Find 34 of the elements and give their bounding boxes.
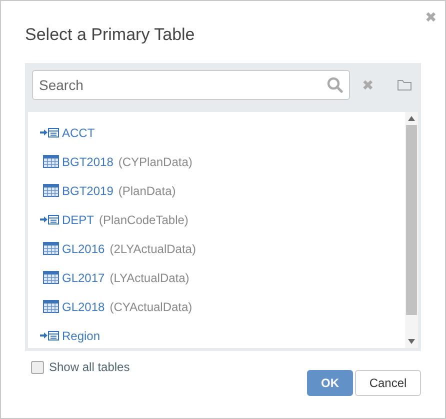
table-alias: (CYPlanData) [118,154,192,168]
table-name[interactable]: GL2018 [62,300,105,314]
table-name[interactable]: BGT2019 [62,184,114,198]
dialog-title: Select a Primary Table [25,25,195,45]
table-grid-icon [40,300,60,313]
scroll-down-arrow-icon[interactable] [408,339,415,344]
table-grid-icon [40,184,60,197]
search-field[interactable]: Search [32,70,350,100]
table-alias: (PlanData) [118,184,176,198]
table-name[interactable]: GL2017 [62,270,105,284]
scroll-up-arrow-icon[interactable] [408,116,415,121]
table-alias: (2LYActualData) [110,242,196,256]
cancel-button[interactable]: Cancel [355,370,421,396]
linked-table-icon [40,127,60,138]
table-grid-icon [40,155,60,168]
table-name[interactable]: DEPT [62,212,94,226]
linked-table-icon [40,214,60,225]
table-alias: (PlanCodeTable) [99,212,188,226]
close-button[interactable]: ✖ [425,9,437,25]
linked-table-icon [40,330,60,341]
table-name[interactable]: ACCT [62,126,95,140]
table-name[interactable]: GL2016 [62,242,105,256]
table-alias: (LYActualData) [110,270,190,284]
folder-icon[interactable] [397,79,412,91]
checkbox[interactable] [31,360,44,374]
ok-button[interactable]: OK [307,370,353,396]
checkbox-label: Show all tables [49,360,130,374]
table-name[interactable]: BGT2018 [62,154,114,168]
table-grid-icon [40,271,60,284]
table-name[interactable]: Region [62,328,100,342]
table-grid-icon [40,242,60,255]
search-icon [327,77,343,93]
scrollbar[interactable] [405,112,418,348]
table-alias: (CYActualData) [110,300,192,314]
